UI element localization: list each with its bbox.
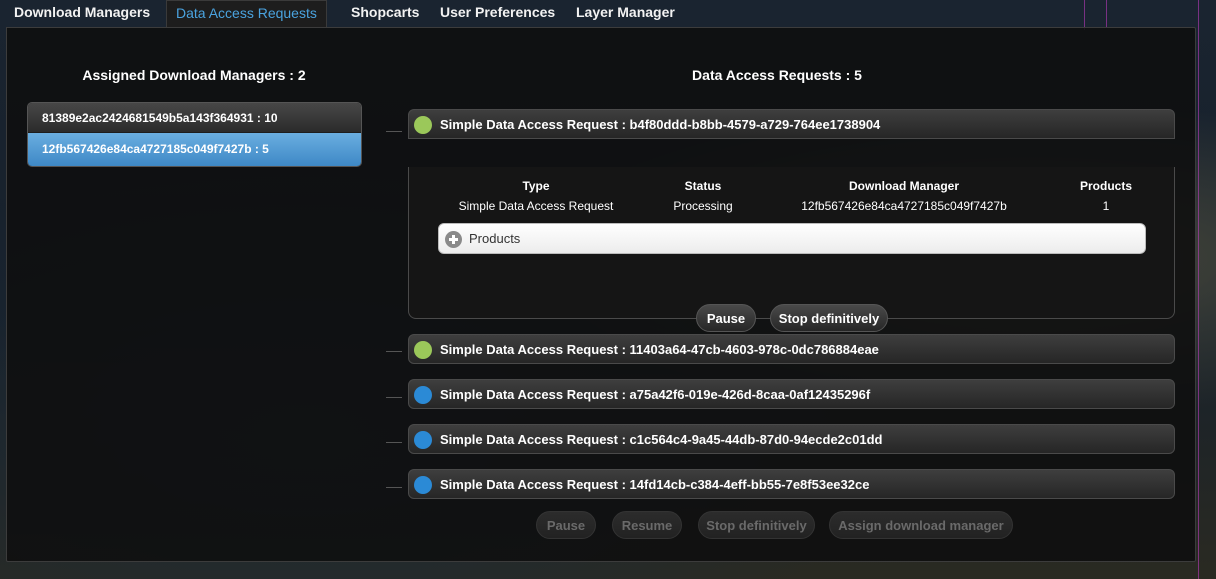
assign-download-manager-button[interactable]: Assign download manager — [829, 511, 1013, 539]
column-header-status: Status — [684, 179, 722, 193]
request-title: Simple Data Access Request : 14fd14cb-c3… — [440, 477, 870, 492]
cell-products: 1 — [1102, 199, 1110, 213]
tab-shopcarts[interactable]: Shopcarts — [342, 0, 428, 26]
assigned-download-managers-title: Assigned Download Managers : 2 — [82, 67, 306, 83]
request-header[interactable]: Simple Data Access Request : c1c564c4-9a… — [408, 424, 1175, 454]
data-access-requests-panel: Assigned Download Managers : 2 81389e2ac… — [6, 27, 1196, 562]
cell-status: Processing — [673, 199, 733, 213]
tree-connector — [386, 131, 402, 132]
download-manager-item-selected[interactable]: 12fb567426e84ca4727185c049f7427b : 5 — [28, 133, 361, 166]
download-managers-list: 81389e2ac2424681549b5a143f364931 : 10 12… — [27, 102, 362, 167]
tab-data-access-requests[interactable]: Data Access Requests — [166, 0, 327, 28]
status-dot-icon — [414, 116, 432, 134]
status-dot-icon — [414, 476, 432, 494]
tab-layer-manager[interactable]: Layer Manager — [567, 0, 684, 26]
stop-definitively-button[interactable]: Stop definitively — [770, 304, 888, 332]
tree-connector — [386, 351, 402, 352]
products-label: Products — [469, 231, 521, 246]
request-title: Simple Data Access Request : b4f80ddd-b8… — [440, 117, 881, 132]
map-footprint-line — [1198, 0, 1199, 579]
tree-connector — [386, 487, 402, 488]
tab-download-managers[interactable]: Download Managers — [5, 0, 159, 26]
tab-bar: Download Managers Data Access Requests S… — [0, 0, 1216, 28]
plus-circle-icon — [445, 231, 462, 248]
pause-button[interactable]: Pause — [696, 304, 756, 332]
tree-connector — [386, 442, 402, 443]
column-header-download-manager: Download Manager — [848, 179, 959, 193]
request-title: Simple Data Access Request : a75a42f6-01… — [440, 387, 871, 402]
cell-type: Simple Data Access Request — [458, 199, 614, 213]
tree-connector — [386, 397, 402, 398]
stop-definitively-all-button[interactable]: Stop definitively — [698, 511, 815, 539]
request-title: Simple Data Access Request : 11403a64-47… — [440, 342, 879, 357]
column-header-products: Products — [1079, 179, 1132, 193]
request-title: Simple Data Access Request : c1c564c4-9a… — [440, 432, 883, 447]
tab-user-preferences[interactable]: User Preferences — [431, 0, 564, 26]
resume-button[interactable]: Resume — [612, 511, 682, 539]
column-header-type: Type — [522, 179, 550, 193]
request-header[interactable]: Simple Data Access Request : 11403a64-47… — [408, 334, 1175, 364]
download-manager-item[interactable]: 81389e2ac2424681549b5a143f364931 : 10 — [28, 103, 361, 133]
status-dot-icon — [414, 431, 432, 449]
cell-download-manager: 12fb567426e84ca4727185c049f7427b — [801, 199, 1007, 213]
request-header[interactable]: Simple Data Access Request : 14fd14cb-c3… — [408, 469, 1175, 499]
data-access-requests-title: Data Access Requests : 5 — [692, 67, 862, 83]
request-header[interactable]: Simple Data Access Request : b4f80ddd-b8… — [408, 109, 1175, 139]
pause-all-button[interactable]: Pause — [536, 511, 596, 539]
status-dot-icon — [414, 386, 432, 404]
products-expander[interactable]: Products — [438, 223, 1146, 254]
status-dot-icon — [414, 341, 432, 359]
request-header[interactable]: Simple Data Access Request : a75a42f6-01… — [408, 379, 1175, 409]
request-details: Type Status Download Manager Products Si… — [408, 167, 1175, 332]
